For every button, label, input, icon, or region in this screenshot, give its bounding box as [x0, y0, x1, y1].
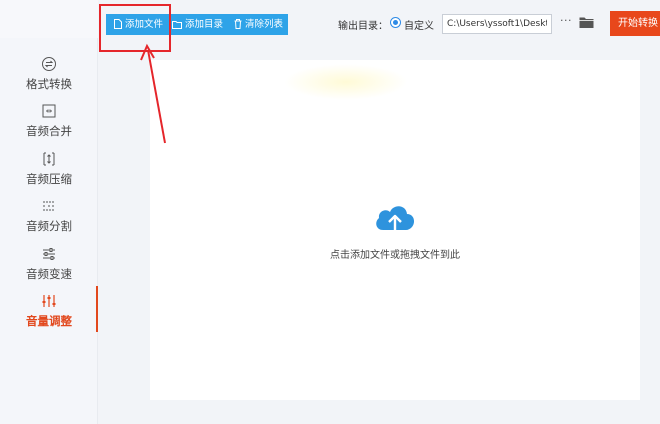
audio-speed-icon	[43, 248, 55, 260]
sidebar-item-label: 音频变速	[26, 267, 72, 281]
highlight-glow	[284, 64, 408, 100]
sidebar-item-label: 音频压缩	[26, 172, 72, 186]
folder-outline-icon	[172, 21, 182, 29]
add-folder-button[interactable]: 添加目录	[166, 14, 228, 35]
sidebar-item-label: 音频分割	[26, 219, 72, 233]
sidebar-item-audio-merge[interactable]: 音频合并	[0, 103, 98, 149]
audio-merge-icon	[42, 104, 56, 118]
sidebar-item-volume-adjust[interactable]: 音量调整	[0, 293, 98, 339]
more-button[interactable]: ···	[560, 14, 572, 27]
sidebar-header	[0, 0, 98, 38]
add-file-button[interactable]: 添加文件	[106, 14, 166, 35]
output-dir-label: 输出目录：	[338, 21, 388, 32]
audio-compress-icon	[43, 152, 55, 166]
add-file-label: 添加文件	[125, 19, 164, 30]
sidebar-item-label: 格式转换	[26, 77, 72, 91]
output-path-input[interactable]	[442, 14, 552, 34]
sidebar: 格式转换 音频合并 音频压缩 音频分割 音频变速 音量调整	[0, 0, 98, 424]
sidebar-item-label: 音频合并	[26, 124, 72, 138]
clear-list-button[interactable]: 清除列表	[228, 14, 288, 35]
format-convert-icon	[42, 57, 56, 71]
active-indicator	[96, 286, 98, 332]
sidebar-item-format-convert[interactable]: 格式转换	[0, 56, 98, 102]
add-folder-label: 添加目录	[185, 19, 224, 30]
sidebar-item-audio-speed[interactable]: 音频变速	[0, 246, 98, 292]
sidebar-item-label: 音量调整	[26, 314, 72, 328]
file-icon	[114, 19, 122, 29]
sidebar-item-audio-compress[interactable]: 音频压缩	[0, 151, 98, 197]
custom-radio-label[interactable]: 自定义	[404, 17, 434, 32]
start-convert-button[interactable]: 开始转换	[610, 11, 660, 36]
audio-split-icon	[43, 201, 55, 211]
drop-hint: 点击添加文件或拖拽文件到此	[330, 250, 460, 261]
custom-radio[interactable]	[390, 17, 401, 28]
volume-adjust-icon	[42, 295, 56, 307]
cloud-upload-icon[interactable]	[373, 202, 417, 238]
file-drop-area[interactable]: 点击添加文件或拖拽文件到此	[150, 60, 640, 400]
clear-list-label: 清除列表	[245, 19, 284, 30]
sidebar-item-audio-split[interactable]: 音频分割	[0, 198, 98, 244]
toolbar: 添加文件 添加目录 清除列表 输出目录： 自定义 ··· 开始转换	[98, 0, 660, 46]
folder-icon[interactable]	[579, 16, 594, 29]
trash-icon	[234, 19, 242, 29]
